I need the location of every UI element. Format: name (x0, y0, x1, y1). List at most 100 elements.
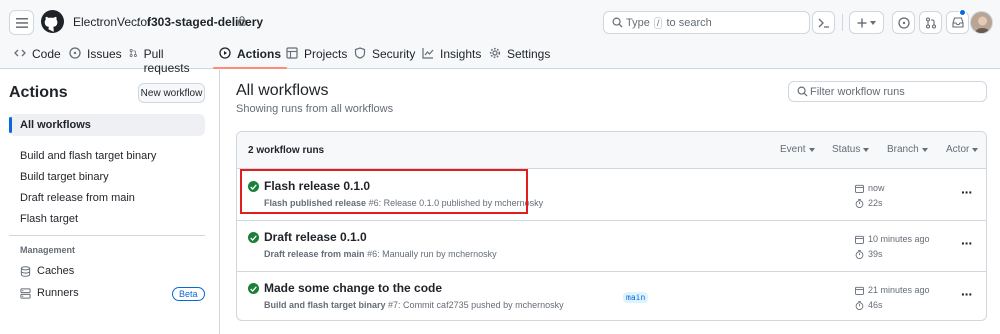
pull-requests-button[interactable] (919, 11, 942, 34)
search-icon (612, 17, 623, 28)
tab-label: Code (32, 47, 61, 61)
management-heading: Management (20, 245, 76, 255)
actor-filter-dropdown[interactable]: Actor (946, 144, 979, 155)
tab-label: Actions (237, 47, 282, 61)
dropdown-label: Status (832, 144, 861, 155)
tab-projects[interactable]: Projects (286, 42, 347, 69)
inbox-button[interactable] (946, 11, 969, 34)
stopwatch-icon (855, 300, 864, 310)
workflow-run-row[interactable]: Made some change to the code Build and f… (237, 272, 986, 320)
active-tab-underline (213, 67, 288, 69)
run-duration-label: 39s (868, 249, 883, 259)
table-icon (286, 47, 298, 59)
run-duration: 46s (855, 300, 883, 310)
page-subtitle: Showing runs from all workflows (236, 103, 394, 115)
run-duration-label: 46s (868, 300, 883, 310)
search-placeholder: Type / to search (626, 17, 712, 29)
menu-button[interactable] (9, 10, 34, 35)
kebab-menu-icon[interactable]: ··· (961, 286, 973, 302)
beta-badge: Beta (172, 287, 205, 301)
create-new-button[interactable] (849, 11, 884, 34)
chevron-down-icon (870, 20, 876, 25)
code-icon (14, 49, 26, 57)
run-workflow-name: Build and flash target binary (264, 300, 386, 310)
tab-insights[interactable]: Insights (422, 42, 481, 69)
issue-opened-icon (897, 16, 910, 29)
run-time-label: now (868, 183, 885, 193)
run-time: 21 minutes ago (855, 285, 930, 295)
run-duration: 22s (855, 198, 883, 208)
sidebar-item-all-workflows[interactable]: All workflows (9, 114, 205, 136)
inbox-icon (951, 17, 964, 28)
sidebar-item-caches[interactable]: Caches (20, 265, 74, 277)
run-title[interactable]: Draft release 0.1.0 (264, 230, 367, 244)
run-duration: 39s (855, 249, 883, 259)
avatar[interactable] (970, 11, 993, 34)
workflow-run-row[interactable]: Draft release 0.1.0 Draft release from m… (237, 221, 986, 272)
run-meta: Build and flash target binary #7: Commit… (264, 300, 564, 310)
chevron-down-icon (808, 147, 815, 152)
run-time: now (855, 183, 885, 193)
event-filter-dropdown[interactable]: Event (780, 144, 815, 155)
chevron-down-icon (863, 147, 870, 152)
run-time-label: 10 minutes ago (868, 234, 930, 244)
status-filter-dropdown[interactable]: Status (832, 144, 870, 155)
branch-filter-dropdown[interactable]: Branch (887, 144, 928, 155)
database-icon (20, 265, 31, 277)
sidebar-item-runners[interactable]: Runners (20, 287, 79, 299)
tab-label: Issues (87, 47, 122, 61)
runs-list-header: 2 workflow runs Event Status Branch Acto… (237, 132, 986, 169)
graph-icon (422, 48, 434, 59)
github-logo-icon[interactable] (41, 10, 64, 33)
tab-label: Projects (304, 47, 348, 61)
hamburger-icon (15, 17, 28, 28)
run-meta: Draft release from main #6: Manually run… (264, 249, 497, 259)
tab-issues[interactable]: Issues (69, 42, 122, 69)
selected-indicator (9, 117, 12, 133)
sidebar-item-label: Caches (37, 265, 75, 277)
sidebar-item-label: All workflows (20, 119, 91, 131)
server-icon (20, 287, 31, 299)
dropdown-label: Event (780, 144, 806, 155)
tab-code[interactable]: Code (14, 42, 61, 69)
new-workflow-button[interactable]: New workflow (138, 83, 205, 103)
chevron-down-icon (921, 147, 928, 152)
run-title[interactable]: Made some change to the code (264, 281, 442, 295)
success-check-icon (248, 232, 259, 243)
kebab-menu-icon[interactable]: ··· (961, 235, 973, 251)
stopwatch-icon (855, 198, 864, 208)
filter-placeholder: Filter workflow runs (810, 86, 905, 98)
plus-icon (857, 18, 867, 27)
issues-button[interactable] (892, 11, 915, 34)
sidebar-divider (9, 235, 205, 236)
sidebar-workflow-item[interactable]: Draft release from main (20, 192, 135, 204)
tab-pull-requests[interactable]: Pull requests (129, 42, 193, 75)
success-check-icon (248, 283, 259, 294)
search-shortcut-key: / (653, 17, 663, 29)
kebab-menu-icon[interactable]: ··· (961, 184, 973, 200)
calendar-icon (855, 286, 864, 295)
sidebar-workflow-item[interactable]: Build and flash target binary (20, 150, 156, 162)
run-detail: #6: Manually run by mchernosky (367, 249, 497, 259)
dropdown-label: Actor (946, 144, 970, 155)
git-pull-request-icon (925, 16, 936, 29)
filter-runs-input[interactable]: Filter workflow runs (788, 81, 987, 102)
chevron-down-icon (972, 147, 979, 152)
branch-badge[interactable]: main (623, 292, 649, 303)
sidebar-workflow-item[interactable]: Build target binary (20, 171, 109, 183)
header-divider (842, 14, 843, 31)
search-input[interactable]: Type / to search (603, 11, 810, 34)
notification-indicator (959, 9, 966, 16)
tab-label: Insights (440, 47, 482, 61)
sidebar-workflow-item[interactable]: Flash target (20, 213, 78, 225)
stopwatch-icon (855, 249, 864, 259)
run-workflow-name: Draft release from main (264, 249, 365, 259)
actions-sidebar: Actions New workflow All workflows Build… (0, 70, 220, 334)
run-time-label: 21 minutes ago (868, 285, 930, 295)
tab-settings[interactable]: Settings (489, 42, 550, 69)
run-time: 10 minutes ago (855, 234, 930, 244)
tab-actions[interactable]: Actions (213, 42, 288, 69)
tab-security[interactable]: Security (354, 42, 415, 69)
shield-icon (354, 47, 366, 59)
command-palette-button[interactable] (812, 11, 835, 34)
